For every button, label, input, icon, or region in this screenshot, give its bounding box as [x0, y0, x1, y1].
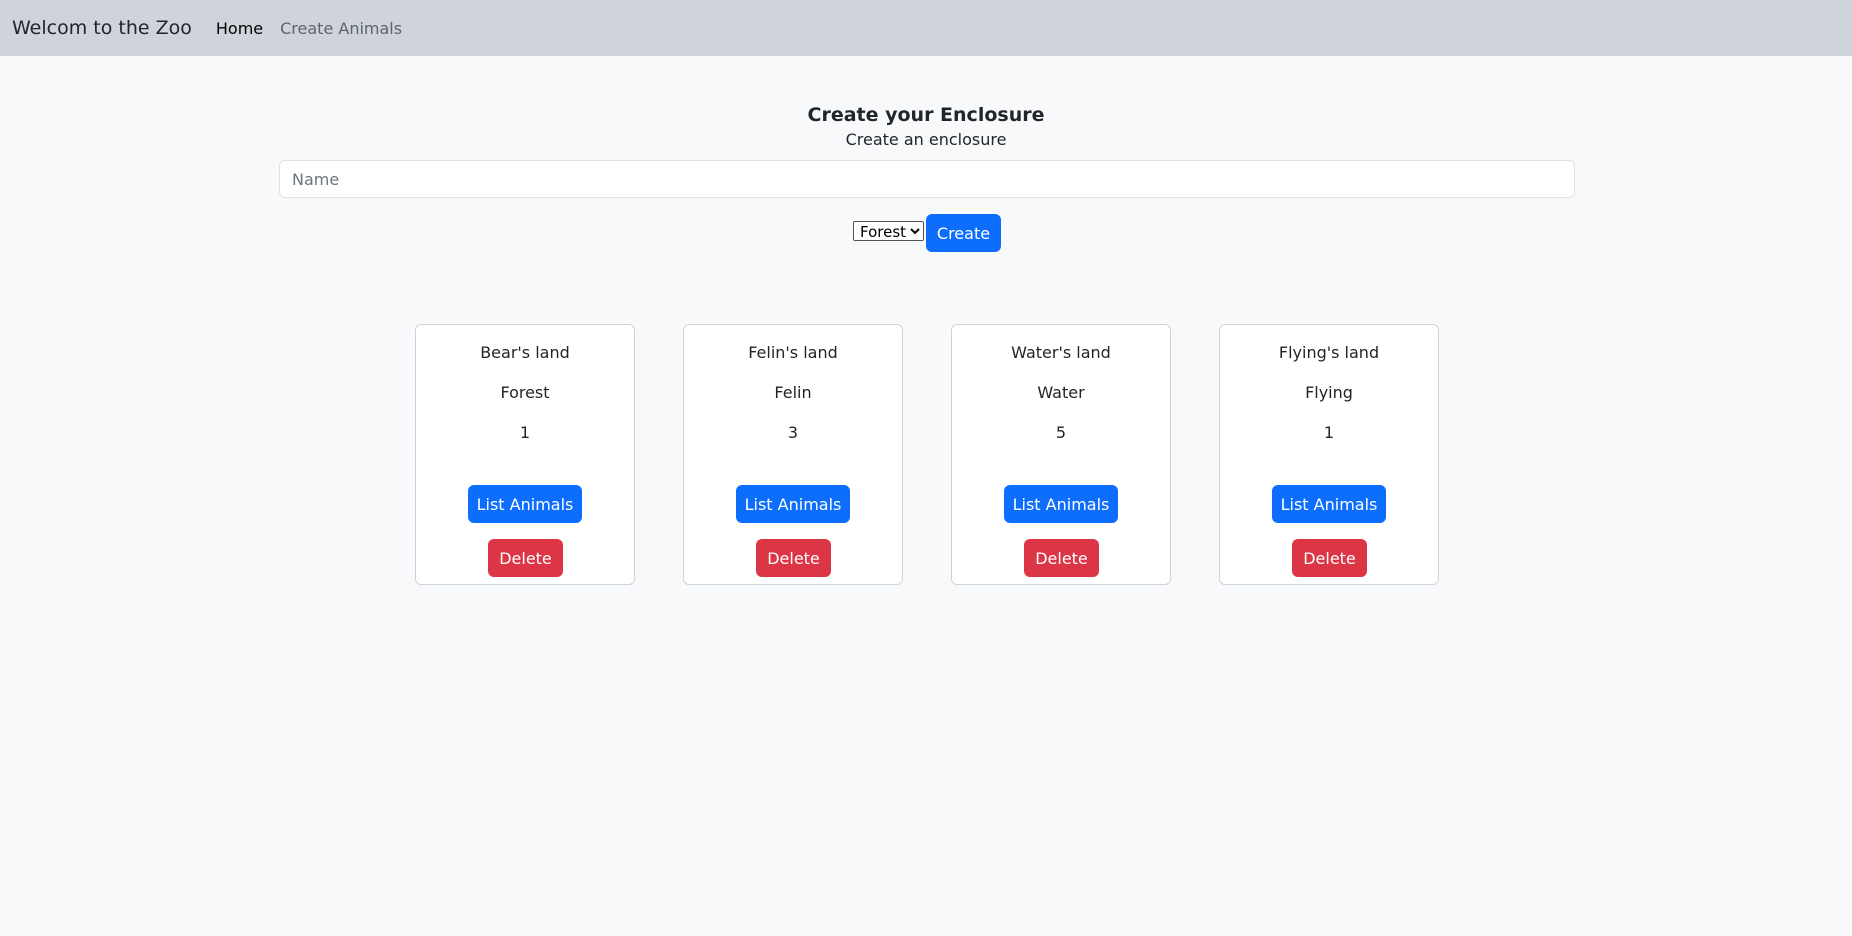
enclosure-animal-count: 1 [1323, 423, 1335, 442]
enclosure-type: Water [1037, 383, 1085, 402]
enclosure-name: Flying's land [1278, 343, 1380, 362]
enclosure-card: Felin's land Felin 3 List Animals Delete [683, 324, 903, 585]
navbar-brand[interactable]: Welcom to the Zoo [12, 17, 192, 39]
form-subtitle: Create an enclosure [845, 130, 1007, 149]
delete-button[interactable]: Delete [488, 539, 563, 577]
enclosure-type: Flying [1305, 383, 1353, 402]
nav-link-create-animals[interactable]: Create Animals [280, 19, 402, 38]
list-animals-button[interactable]: List Animals [1004, 485, 1118, 523]
enclosure-name: Bear's land [480, 343, 570, 362]
create-button[interactable]: Create [926, 214, 1001, 252]
nav-link-home[interactable]: Home [216, 19, 263, 38]
navbar: Welcom to the Zoo Home Create Animals [0, 0, 1852, 56]
delete-button[interactable]: Delete [1024, 539, 1099, 577]
enclosure-type: Felin [774, 383, 812, 402]
enclosure-animal-count: 1 [519, 423, 531, 442]
list-animals-button[interactable]: List Animals [1272, 485, 1386, 523]
enclosure-card: Water's land Water 5 List Animals Delete [951, 324, 1171, 585]
enclosure-animal-count: 3 [787, 423, 799, 442]
enclosure-animal-count: 5 [1055, 423, 1067, 442]
enclosure-type: Forest [500, 383, 550, 402]
enclosure-type-select[interactable]: Forest [853, 221, 924, 241]
list-animals-button[interactable]: List Animals [736, 485, 850, 523]
delete-button[interactable]: Delete [1292, 539, 1367, 577]
delete-button[interactable]: Delete [756, 539, 831, 577]
enclosure-name: Felin's land [748, 343, 838, 362]
list-animals-button[interactable]: List Animals [468, 485, 582, 523]
enclosure-card: Flying's land Flying 1 List Animals Dele… [1219, 324, 1439, 585]
enclosure-name: Water's land [1011, 343, 1111, 362]
enclosure-name-input[interactable] [279, 160, 1575, 198]
create-enclosure-header: Create your Enclosure Create an enclosur… [0, 100, 1852, 150]
form-title: Create your Enclosure [807, 104, 1045, 126]
enclosure-card: Bear's land Forest 1 List Animals Delete [415, 324, 635, 585]
